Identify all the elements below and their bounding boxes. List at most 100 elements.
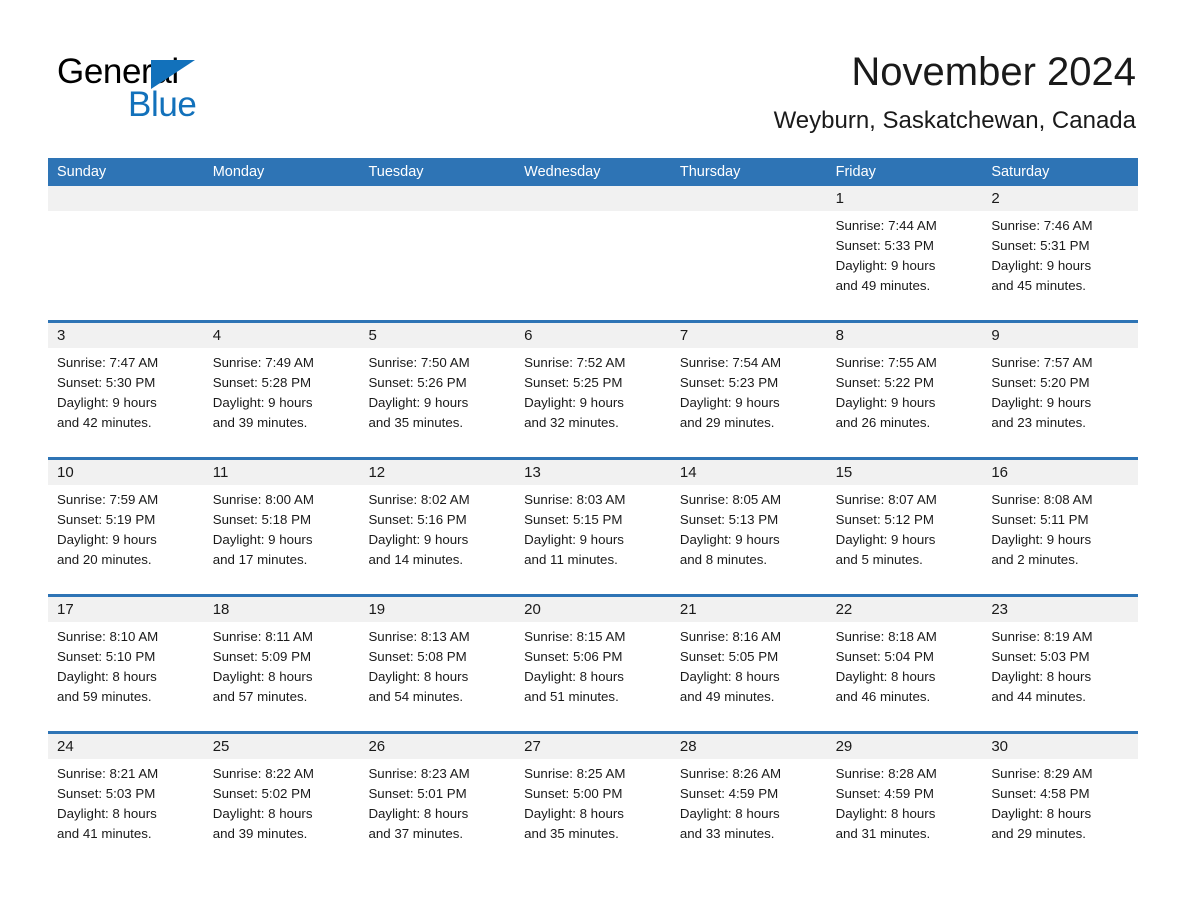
day-number — [359, 186, 516, 211]
page-title: November 2024 — [851, 50, 1136, 94]
day-details: Sunrise: 8:03 AM Sunset: 5:15 PM Dayligh… — [515, 485, 671, 570]
daylight-text-line1: Daylight: 9 hours — [524, 395, 624, 410]
daylight-text-line2: and 49 minutes. — [835, 278, 931, 293]
daylight-text-line1: Daylight: 8 hours — [524, 669, 624, 684]
day-cell: 11 Sunrise: 8:00 AM Sunset: 5:18 PM Dayl… — [203, 460, 360, 582]
day-cell — [515, 186, 671, 308]
daylight-text-line2: and 39 minutes. — [212, 826, 308, 841]
day-number — [515, 186, 671, 211]
daylight-text-line1: Daylight: 8 hours — [679, 806, 780, 821]
sunrise-text: Sunrise: 8:03 AM — [524, 492, 626, 507]
sunrise-text: Sunrise: 8:07 AM — [835, 492, 937, 507]
daylight-text-line1: Daylight: 8 hours — [368, 669, 469, 684]
sunset-text: Sunset: 5:16 PM — [368, 512, 467, 527]
day-details: Sunrise: 8:18 AM Sunset: 5:04 PM Dayligh… — [827, 622, 983, 707]
daylight-text-line2: and 29 minutes. — [679, 415, 775, 430]
day-details: Sunrise: 8:00 AM Sunset: 5:18 PM Dayligh… — [204, 485, 360, 570]
day-number: 2 — [982, 186, 1139, 211]
daylight-text-line2: and 11 minutes. — [524, 552, 618, 567]
day-number: 22 — [826, 597, 983, 622]
sunset-text: Sunset: 5:12 PM — [835, 512, 934, 527]
sunset-text: Sunset: 5:03 PM — [991, 649, 1090, 664]
sunset-text: Sunset: 4:58 PM — [991, 786, 1090, 801]
day-cell: 24 Sunrise: 8:21 AM Sunset: 5:03 PM Dayl… — [48, 734, 204, 856]
sunset-text: Sunset: 5:11 PM — [991, 512, 1089, 527]
sunset-text: Sunset: 5:06 PM — [524, 649, 623, 664]
day-details: Sunrise: 8:02 AM Sunset: 5:16 PM Dayligh… — [359, 485, 515, 570]
day-cell: 17 Sunrise: 8:10 AM Sunset: 5:10 PM Dayl… — [48, 597, 204, 719]
day-number: 7 — [670, 323, 827, 348]
sunrise-text: Sunrise: 8:15 AM — [524, 629, 626, 644]
daylight-text-line1: Daylight: 8 hours — [524, 806, 624, 821]
daylight-text-line1: Daylight: 9 hours — [524, 532, 624, 547]
daylight-text-line2: and 59 minutes. — [57, 689, 152, 704]
daylight-text-line1: Daylight: 9 hours — [679, 532, 780, 547]
sunrise-text: Sunrise: 8:28 AM — [835, 766, 937, 781]
daylight-text-line2: and 39 minutes. — [212, 415, 308, 430]
day-number: 27 — [515, 734, 671, 759]
sunset-text: Sunset: 5:01 PM — [368, 786, 467, 801]
sunrise-text: Sunrise: 7:57 AM — [991, 355, 1093, 370]
daylight-text-line1: Daylight: 9 hours — [991, 532, 1092, 547]
sunrise-text: Sunrise: 8:10 AM — [57, 629, 159, 644]
day-cell: 18 Sunrise: 8:11 AM Sunset: 5:09 PM Dayl… — [203, 597, 360, 719]
day-number: 10 — [48, 460, 204, 485]
sunrise-text: Sunrise: 7:49 AM — [212, 355, 314, 370]
weekday-header-row: Sunday Monday Tuesday Wednesday Thursday… — [48, 158, 1138, 186]
day-details: Sunrise: 8:13 AM Sunset: 5:08 PM Dayligh… — [359, 622, 515, 707]
day-number: 9 — [982, 323, 1139, 348]
sunset-text: Sunset: 5:05 PM — [679, 649, 779, 664]
day-cell: 15 Sunrise: 8:07 AM Sunset: 5:12 PM Dayl… — [826, 460, 983, 582]
calendar-grid: Sunday Monday Tuesday Wednesday Thursday… — [48, 158, 1139, 856]
day-number: 16 — [982, 460, 1139, 485]
day-number: 30 — [982, 734, 1139, 759]
day-cell: 30 Sunrise: 8:29 AM Sunset: 4:58 PM Dayl… — [982, 734, 1139, 856]
sunrise-text: Sunrise: 8:05 AM — [679, 492, 782, 507]
day-details: Sunrise: 8:23 AM Sunset: 5:01 PM Dayligh… — [359, 759, 515, 844]
daylight-text-line1: Daylight: 9 hours — [57, 532, 157, 547]
day-details: Sunrise: 8:26 AM Sunset: 4:59 PM Dayligh… — [671, 759, 827, 844]
week-row: 17 Sunrise: 8:10 AM Sunset: 5:10 PM Dayl… — [48, 594, 1139, 719]
daylight-text-line1: Daylight: 9 hours — [835, 532, 936, 547]
sunset-text: Sunset: 5:31 PM — [991, 238, 1090, 253]
weekday-header-thursday: Thursday — [679, 164, 741, 180]
title-block: November 2024 Weyburn, Saskatchewan, Can… — [774, 48, 1136, 135]
sunset-text: Sunset: 5:09 PM — [212, 649, 312, 664]
sunrise-text: Sunrise: 7:52 AM — [524, 355, 626, 370]
daylight-text-line1: Daylight: 8 hours — [991, 806, 1092, 821]
daylight-text-line1: Daylight: 9 hours — [835, 258, 936, 273]
daylight-text-line2: and 32 minutes. — [524, 415, 619, 430]
day-details: Sunrise: 7:46 AM Sunset: 5:31 PM Dayligh… — [982, 211, 1138, 296]
day-number: 19 — [359, 597, 516, 622]
daylight-text-line2: and 46 minutes. — [835, 689, 931, 704]
daylight-text-line2: and 26 minutes. — [835, 415, 931, 430]
sunrise-text: Sunrise: 8:19 AM — [991, 629, 1093, 644]
day-number: 23 — [982, 597, 1139, 622]
day-details: Sunrise: 8:15 AM Sunset: 5:06 PM Dayligh… — [515, 622, 671, 707]
daylight-text-line2: and 35 minutes. — [368, 415, 464, 430]
daylight-text-line1: Daylight: 8 hours — [57, 806, 157, 821]
day-cell: 13 Sunrise: 8:03 AM Sunset: 5:15 PM Dayl… — [515, 460, 671, 582]
page-header: General Blue November 2024 Weyburn, Sask… — [0, 0, 1188, 158]
daylight-text-line2: and 44 minutes. — [991, 689, 1086, 704]
day-details: Sunrise: 8:21 AM Sunset: 5:03 PM Dayligh… — [48, 759, 204, 844]
day-details: Sunrise: 7:47 AM Sunset: 5:30 PM Dayligh… — [48, 348, 204, 433]
day-details: Sunrise: 7:50 AM Sunset: 5:26 PM Dayligh… — [359, 348, 515, 433]
day-number: 17 — [48, 597, 204, 622]
sunset-text: Sunset: 5:13 PM — [679, 512, 779, 527]
day-details: Sunrise: 8:29 AM Sunset: 4:58 PM Dayligh… — [982, 759, 1138, 844]
day-details: Sunrise: 7:49 AM Sunset: 5:28 PM Dayligh… — [204, 348, 360, 433]
day-number: 29 — [826, 734, 983, 759]
day-cell: 2 Sunrise: 7:46 AM Sunset: 5:31 PM Dayli… — [982, 186, 1139, 308]
weekday-header-saturday: Saturday — [991, 164, 1050, 180]
day-details: Sunrise: 8:07 AM Sunset: 5:12 PM Dayligh… — [827, 485, 983, 570]
daylight-text-line2: and 49 minutes. — [679, 689, 775, 704]
day-details: Sunrise: 8:05 AM Sunset: 5:13 PM Dayligh… — [671, 485, 827, 570]
weekday-header-monday: Monday — [212, 164, 265, 180]
day-number: 14 — [670, 460, 827, 485]
day-cell: 10 Sunrise: 7:59 AM Sunset: 5:19 PM Dayl… — [48, 460, 204, 582]
day-details: Sunrise: 7:57 AM Sunset: 5:20 PM Dayligh… — [982, 348, 1138, 433]
sunrise-text: Sunrise: 8:13 AM — [368, 629, 470, 644]
day-number: 6 — [515, 323, 671, 348]
daylight-text-line1: Daylight: 9 hours — [991, 258, 1092, 273]
